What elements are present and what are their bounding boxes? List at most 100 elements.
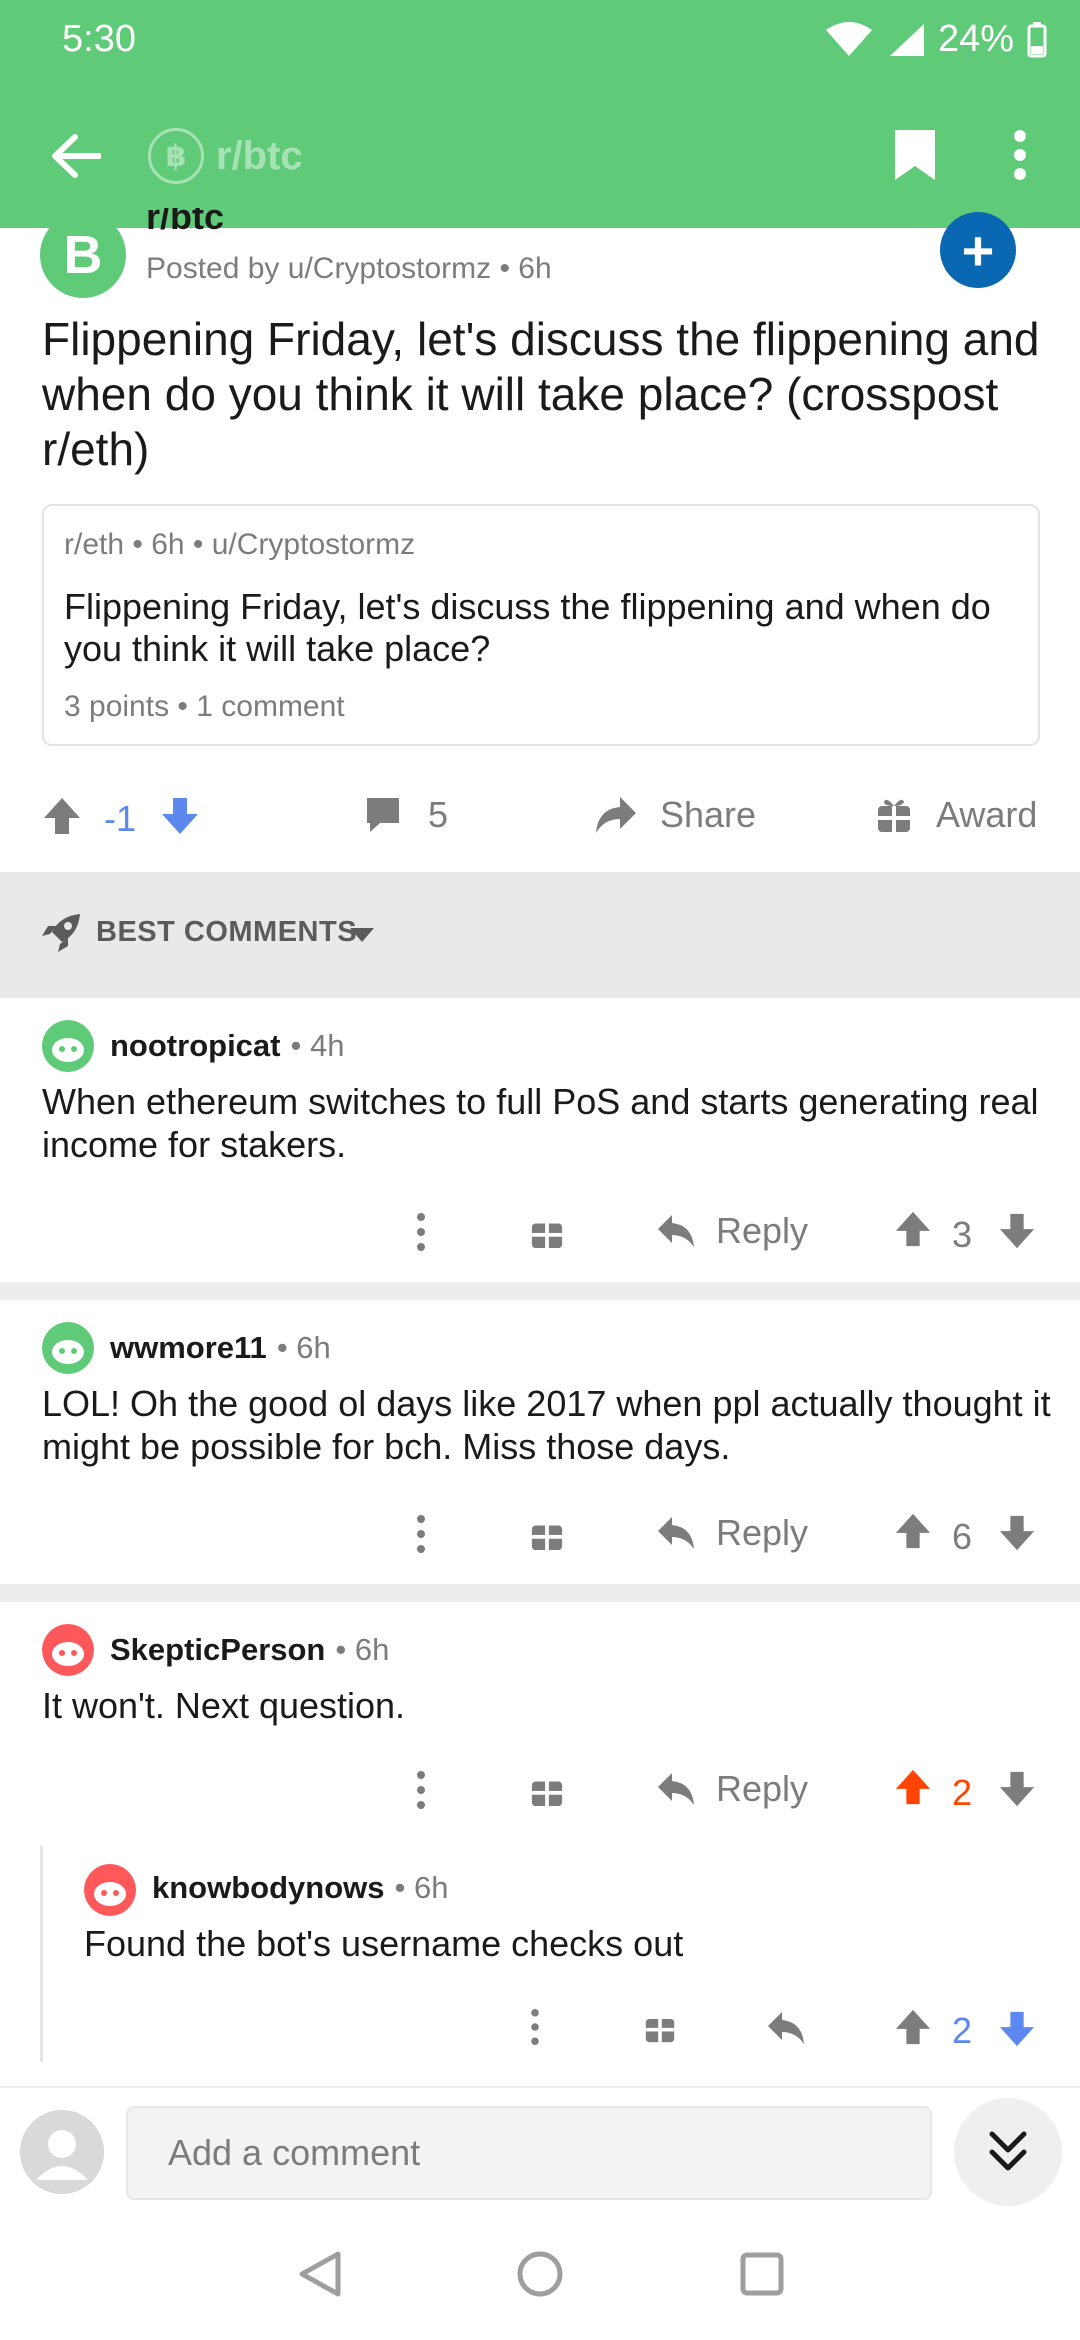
post-title: Flippening Friday, let's discuss the fli… (42, 313, 1040, 475)
upvote-icon[interactable] (894, 1210, 932, 1248)
comment-actions: Reply 3 (400, 1206, 1040, 1266)
comment-body: It won't. Next question. (42, 1685, 406, 1726)
upvote-icon[interactable] (894, 1512, 932, 1550)
save-button[interactable] (880, 120, 950, 190)
comment: SkepticPerson • 6h It won't. Next questi… (0, 1604, 1080, 1834)
post-byline[interactable]: Posted by u/Cryptostormz • 6h (146, 252, 552, 286)
comment-author[interactable]: wwmore11 (110, 1330, 267, 1366)
subreddit-name[interactable]: r/btc (146, 208, 224, 234)
reply-comment: knowbodynows • 6h Found the bot's userna… (0, 1846, 1080, 2066)
crosspost-meta: r/eth • 6h • u/Cryptostormz (64, 528, 416, 561)
comment-divider (0, 1584, 1080, 1602)
comment-header: nootropicat • 4h (110, 1028, 344, 1064)
comment: nootropicat • 4h When ethereum switches … (0, 1000, 1080, 1280)
more-vert-icon[interactable] (416, 1770, 426, 1810)
crosspost-stats: 3 points • 1 comment (64, 690, 345, 723)
more-vert-icon[interactable] (416, 1514, 426, 1554)
comment-header: knowbodynows • 6h (152, 1870, 448, 1906)
downvote-icon[interactable] (998, 2010, 1036, 2048)
comment-author[interactable]: SkepticPerson (110, 1632, 325, 1668)
award-button[interactable]: Award (876, 794, 1037, 836)
gift-icon[interactable] (530, 1214, 564, 1250)
reply-button[interactable]: Reply (656, 1768, 808, 1810)
upvote-icon[interactable] (894, 2008, 932, 2046)
reply-icon (658, 1215, 694, 1247)
comment-header: wwmore11 • 6h (110, 1330, 331, 1366)
downvote-icon[interactable] (998, 1514, 1036, 1552)
double-chevron-down-icon (989, 2131, 1027, 2171)
comment-body: Found the bot's username checks out (84, 1923, 684, 1964)
gift-icon (878, 799, 910, 832)
comments-count: 5 (428, 794, 449, 835)
share-label: Share (660, 794, 757, 835)
caret-down-icon (350, 928, 374, 942)
reply-label: Reply (716, 1512, 809, 1553)
nav-home-icon[interactable] (516, 2250, 564, 2298)
comment-score: 2 (952, 2010, 973, 2051)
add-comment-input[interactable]: Add a comment (126, 2106, 932, 2200)
share-button[interactable]: Share (594, 794, 756, 836)
user-avatar[interactable] (20, 2110, 104, 2194)
more-vert-icon[interactable] (416, 1212, 426, 1252)
comment-composer-bar: Add a comment (0, 2086, 1080, 2208)
reply-label: Reply (716, 1210, 809, 1251)
reply-icon[interactable] (766, 2010, 806, 2046)
subreddit-avatar[interactable]: B (40, 212, 126, 298)
gift-icon[interactable] (530, 1516, 564, 1552)
downvote-button[interactable] (160, 796, 200, 836)
avatar[interactable] (42, 1624, 94, 1676)
upvote-icon[interactable] (894, 1768, 932, 1806)
comment-body: LOL! Oh the good ol days like 2017 when … (42, 1383, 1051, 1467)
upvote-icon (44, 798, 80, 834)
reply-label: Reply (716, 1768, 809, 1809)
reply-icon (658, 1517, 694, 1549)
back-button[interactable] (40, 120, 112, 192)
reply-button[interactable]: Reply (656, 1210, 808, 1252)
comment-author[interactable]: nootropicat (110, 1028, 281, 1064)
upvote-button[interactable] (42, 796, 82, 836)
comment-header: SkepticPerson • 6h (110, 1632, 389, 1668)
comments-button[interactable]: 5 (364, 794, 448, 836)
reply-button[interactable]: Reply (656, 1512, 808, 1554)
nav-recents-icon[interactable] (740, 2252, 784, 2296)
comment-sort-bar[interactable]: BEST COMMENTS (0, 872, 1080, 998)
downvote-icon[interactable] (998, 1212, 1036, 1250)
crosspost-title: Flippening Friday, let's discuss the fli… (64, 586, 991, 669)
bookmark-icon (895, 130, 935, 180)
more-vert-icon[interactable] (530, 2008, 540, 2046)
avatar[interactable] (42, 1322, 94, 1374)
comment-score: 2 (952, 1772, 973, 1813)
avatar[interactable] (42, 1020, 94, 1072)
comment: wwmore11 • 6h LOL! Oh the good ol days l… (0, 1302, 1080, 1582)
comment-actions: Reply 2 (400, 1764, 1040, 1824)
appbar-subreddit-label: r/btc (216, 133, 303, 178)
app-bar: ฿ r/btc (0, 84, 1080, 228)
battery-icon (1027, 21, 1047, 57)
back-arrow-icon (52, 134, 101, 178)
crosspost-card[interactable]: r/eth • 6h • u/Cryptostormz Flippening F… (42, 504, 1040, 746)
comment-time: • 6h (276, 1330, 331, 1365)
post-score: -1 (104, 798, 137, 839)
nav-back-icon[interactable] (298, 2250, 342, 2298)
system-nav-bar (0, 2206, 1080, 2340)
overflow-menu-button[interactable] (990, 120, 1050, 190)
join-subreddit-button[interactable]: + (940, 212, 1016, 288)
next-comment-button[interactable] (954, 2098, 1062, 2206)
comment-divider (0, 1282, 1080, 1300)
signal-icon (889, 23, 924, 56)
comment-score: 3 (952, 1214, 973, 1255)
award-label: Award (936, 794, 1038, 835)
reply-icon (658, 1773, 694, 1805)
comment-time: • 6h (335, 1632, 390, 1667)
status-indicators: 24% (824, 18, 1048, 61)
comment-actions: Reply 6 (400, 1508, 1040, 1568)
downvote-icon[interactable] (998, 1770, 1036, 1808)
status-time: 5:30 (62, 18, 136, 60)
avatar[interactable] (84, 1864, 136, 1916)
sort-label: BEST COMMENTS (96, 916, 358, 948)
gift-icon[interactable] (530, 1772, 564, 1808)
gift-icon[interactable] (644, 2010, 676, 2044)
comment-author[interactable]: knowbodynows (152, 1870, 385, 1906)
comment-body: When ethereum switches to full PoS and s… (42, 1081, 1039, 1165)
appbar-subreddit[interactable]: ฿ r/btc (148, 128, 303, 184)
